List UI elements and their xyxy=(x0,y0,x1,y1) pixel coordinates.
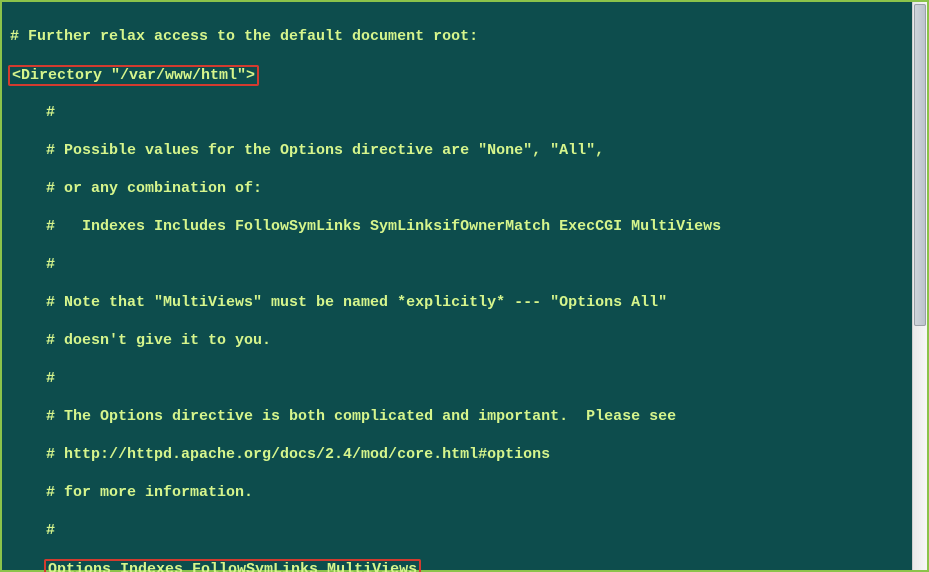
vertical-scrollbar[interactable] xyxy=(912,2,927,570)
code-line: # Possible values for the Options direct… xyxy=(10,141,905,160)
code-line: # doesn't give it to you. xyxy=(10,331,905,350)
code-line: # for more information. xyxy=(10,483,905,502)
code-line: # xyxy=(10,521,905,540)
editor-content[interactable]: # Further relax access to the default do… xyxy=(4,4,911,568)
code-line: # Further relax access to the default do… xyxy=(10,27,905,46)
indent xyxy=(10,561,46,572)
scrollbar-thumb[interactable] xyxy=(914,4,926,326)
code-line: # Indexes Includes FollowSymLinks SymLin… xyxy=(10,217,905,236)
code-line: # The Options directive is both complica… xyxy=(10,407,905,426)
code-line: # Note that "MultiViews" must be named *… xyxy=(10,293,905,312)
highlight-options-line: Options Indexes FollowSymLinks MultiView… xyxy=(44,559,421,572)
code-line: # or any combination of: xyxy=(10,179,905,198)
highlight-directory-open: <Directory "/var/www/html"> xyxy=(8,65,259,86)
code-line: # xyxy=(10,369,905,388)
code-line: # xyxy=(10,255,905,274)
code-line: Options Indexes FollowSymLinks MultiView… xyxy=(10,559,905,572)
code-line: # xyxy=(10,103,905,122)
terminal-editor-window: # Further relax access to the default do… xyxy=(0,0,929,572)
code-line: # http://httpd.apache.org/docs/2.4/mod/c… xyxy=(10,445,905,464)
code-line: <Directory "/var/www/html"> xyxy=(10,65,905,84)
